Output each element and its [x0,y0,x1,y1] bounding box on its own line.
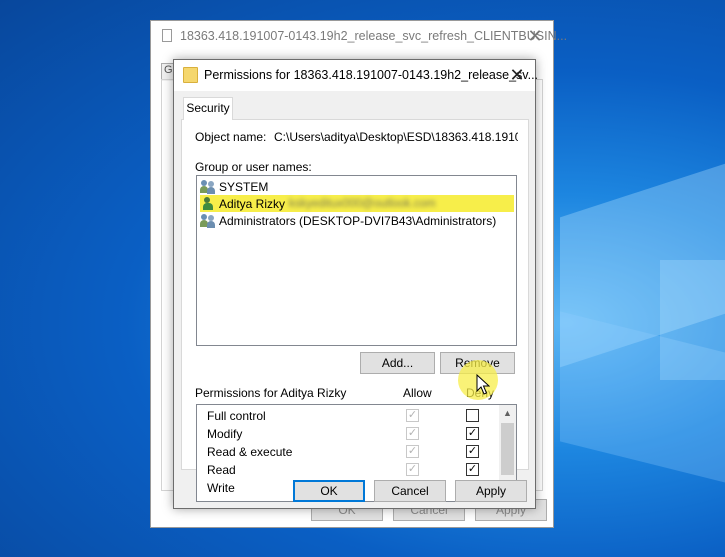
folder-icon [183,67,198,83]
object-name-value: C:\Users\aditya\Desktop\ESD\18363.418.19… [274,130,518,144]
group-label: Group or user names: [195,160,312,174]
user-list[interactable]: SYSTEM Aditya Rizky kskyeditux000@outloo… [196,175,517,346]
close-icon[interactable]: ✕ [524,25,546,47]
dialog-title: Permissions for 18363.418.191007-0143.19… [204,68,539,82]
ok-button[interactable]: OK [293,480,365,502]
list-item[interactable]: Administrators (DESKTOP-DVI7B43\Administ… [200,212,514,229]
wallpaper-light-beam [560,142,725,368]
permission-row: Full control ✓ [197,407,499,425]
permission-name: Write [207,481,235,495]
user-name: SYSTEM [219,179,269,194]
allow-header: Allow [403,386,432,400]
allow-checkbox[interactable]: ✓ [406,427,419,440]
dialog-title-bar: Permissions for 18363.418.191007-0143.19… [174,60,539,91]
permission-name: Full control [207,409,266,423]
user-name: Administrators (DESKTOP-DVI7B43\Administ… [219,213,497,228]
deny-header: Deny [466,386,495,400]
deny-checkbox[interactable]: ✓ [466,445,479,458]
user-icon [200,196,216,211]
wallpaper-light-beam [660,260,725,380]
permission-name: Modify [207,427,243,441]
permission-row: Read ✓ ✓ [197,461,499,479]
close-icon[interactable]: ✕ [505,64,529,86]
permissions-dialog: Permissions for 18363.418.191007-0143.19… [173,59,539,509]
allow-checkbox[interactable]: ✓ [406,409,419,422]
apply-button[interactable]: Apply [455,480,527,502]
cancel-button[interactable]: Cancel [374,480,446,502]
chevron-up-icon[interactable]: ▲ [499,405,516,421]
scrollbar-thumb[interactable] [501,423,514,475]
list-item[interactable]: Aditya Rizky kskyeditux000@outlook.com [200,195,514,212]
deny-checkbox[interactable]: ✓ [466,427,479,440]
wallpaper-light-beam [560,311,725,499]
permission-row: Modify ✓ ✓ [197,425,499,443]
permissions-for-label: Permissions for Aditya Rizky [195,386,347,400]
allow-checkbox[interactable]: ✓ [406,445,419,458]
deny-checkbox[interactable] [466,409,479,422]
permission-row: Read & execute ✓ ✓ [197,443,499,461]
user-name: Aditya Rizky [219,196,286,211]
properties-title-bar: 18363.418.191007-0143.19h2_release_svc_r… [151,21,567,51]
users-group-icon [200,213,216,228]
allow-checkbox[interactable]: ✓ [406,463,419,476]
add-button[interactable]: Add... [360,352,435,374]
properties-title: 18363.418.191007-0143.19h2_release_svc_r… [180,29,568,43]
permission-name: Read [207,463,236,477]
permission-name: Read & execute [207,445,293,459]
list-item[interactable]: SYSTEM [200,178,514,195]
file-icon [162,29,172,42]
object-name-label: Object name: [195,130,267,144]
tab-security[interactable]: Security [183,97,233,120]
security-panel: Object name: C:\Users\aditya\Desktop\ESD… [181,119,529,502]
deny-checkbox[interactable]: ✓ [466,463,479,476]
user-email: kskyeditux000@outlook.com [289,197,436,210]
remove-button[interactable]: Remove [440,352,515,374]
users-group-icon [200,179,216,194]
